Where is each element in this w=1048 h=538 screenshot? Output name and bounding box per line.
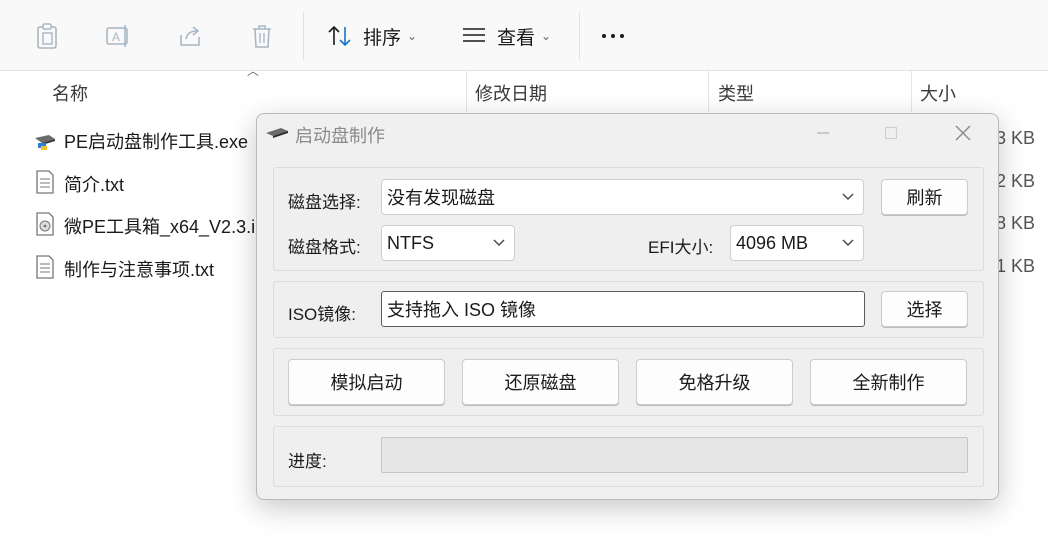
file-size: 2 KB (996, 171, 1036, 191)
view-icon (463, 28, 485, 42)
column-date[interactable]: 修改日期 (475, 80, 547, 106)
column-divider[interactable] (466, 70, 467, 112)
sort-button[interactable]: 排序 ⌄ (327, 22, 417, 50)
efi-size-label: EFI大小: (648, 238, 714, 257)
upgrade-without-format-label: 免格升级 (678, 373, 751, 393)
format-label: 磁盘格式: (288, 238, 361, 257)
chevron-down-icon (842, 193, 854, 200)
iso-group: ISO镜像: 支持拖入 ISO 镜像 选择 (273, 281, 984, 338)
delete-icon[interactable] (248, 22, 276, 50)
select-iso-label: 选择 (906, 300, 943, 320)
disk-settings-group: 磁盘选择: 没有发现磁盘 刷新 磁盘格式: NTFS EFI大小: 4096 M… (273, 167, 984, 271)
app-icon (265, 124, 289, 145)
column-type[interactable]: 类型 (718, 80, 754, 106)
view-label: 查看 (497, 27, 536, 49)
more-icon (611, 34, 615, 38)
format-select-value: NTFS (387, 232, 434, 253)
column-header-row: 名称 修改日期 类型 大小 (0, 70, 1048, 112)
format-select[interactable]: NTFS (381, 225, 515, 261)
iso-path-input[interactable]: 支持拖入 ISO 镜像 (381, 291, 865, 327)
progress-group: 进度: (273, 426, 984, 487)
close-button[interactable] (943, 120, 983, 146)
svg-text:A: A (112, 30, 120, 44)
command-bar: A 排序 ⌄ 查看 ⌄ (0, 0, 1048, 71)
file-name: 制作与注意事项.txt (64, 260, 215, 280)
more-icon (620, 34, 624, 38)
file-name: 微PE工具箱_x64_V2.3.iso (64, 217, 254, 237)
efi-size-select[interactable]: 4096 MB (730, 225, 864, 261)
dialog-titlebar[interactable]: 启动盘制作 (257, 114, 998, 152)
file-size: 3 KB (996, 128, 1036, 148)
column-name[interactable]: 名称 (52, 80, 88, 106)
column-divider[interactable] (911, 70, 912, 112)
progress-bar (381, 437, 968, 473)
chevron-down-icon: ⌄ (541, 29, 552, 43)
boot-disk-dialog: 启动盘制作 磁盘选择: 没有发现磁盘 刷新 磁盘格式: NTFS EFI大小: … (256, 113, 999, 500)
paste-icon[interactable] (33, 22, 61, 50)
text-file-icon (34, 254, 56, 280)
disk-select-label: 磁盘选择: (288, 193, 361, 212)
disk-select-value: 没有发现磁盘 (387, 188, 495, 208)
simulate-boot-label: 模拟启动 (330, 373, 403, 393)
efi-size-value: 4096 MB (736, 232, 809, 253)
dialog-title: 启动盘制作 (295, 126, 385, 146)
minimize-icon (817, 132, 829, 134)
minimize-button[interactable] (803, 120, 843, 146)
restore-disk-button[interactable]: 还原磁盘 (462, 359, 619, 405)
iso-path-value: 支持拖入 ISO 镜像 (387, 300, 537, 320)
file-name: 简介.txt (64, 175, 125, 195)
maximize-icon (884, 126, 898, 140)
upgrade-without-format-button[interactable]: 免格升级 (636, 359, 793, 405)
column-divider[interactable] (708, 70, 709, 112)
file-name: PE启动盘制作工具.exe (64, 132, 249, 152)
close-icon (955, 125, 971, 141)
view-button[interactable]: 查看 ⌄ (461, 22, 551, 50)
file-size: 8 KB (996, 213, 1036, 233)
exe-icon (34, 126, 56, 152)
chevron-down-icon: ⌄ (407, 29, 418, 43)
toolbar-divider (303, 12, 304, 60)
sort-icon (328, 25, 351, 47)
actions-group: 模拟启动 还原磁盘 免格升级 全新制作 (273, 348, 984, 416)
progress-label: 进度: (288, 452, 327, 471)
iso-label: ISO镜像: (288, 305, 357, 324)
toolbar-divider (579, 12, 580, 60)
more-options-button[interactable] (602, 22, 629, 50)
sort-label: 排序 (363, 27, 402, 49)
new-install-label: 全新制作 (852, 373, 925, 393)
restore-disk-label: 还原磁盘 (504, 373, 577, 393)
select-iso-button[interactable]: 选择 (881, 291, 968, 327)
simulate-boot-button[interactable]: 模拟启动 (288, 359, 445, 405)
text-file-icon (34, 169, 56, 195)
new-install-button[interactable]: 全新制作 (810, 359, 967, 405)
iso-file-icon (34, 211, 56, 237)
more-icon (602, 34, 606, 38)
column-size[interactable]: 大小 (920, 80, 956, 106)
refresh-button[interactable]: 刷新 (881, 179, 968, 215)
disk-select[interactable]: 没有发现磁盘 (381, 179, 864, 215)
chevron-down-icon (493, 239, 505, 246)
maximize-button[interactable] (871, 120, 911, 146)
chevron-down-icon (842, 239, 854, 246)
file-size: 1 KB (996, 256, 1036, 276)
share-icon[interactable] (176, 22, 204, 50)
rename-icon[interactable]: A (104, 22, 132, 50)
refresh-label: 刷新 (906, 188, 943, 208)
